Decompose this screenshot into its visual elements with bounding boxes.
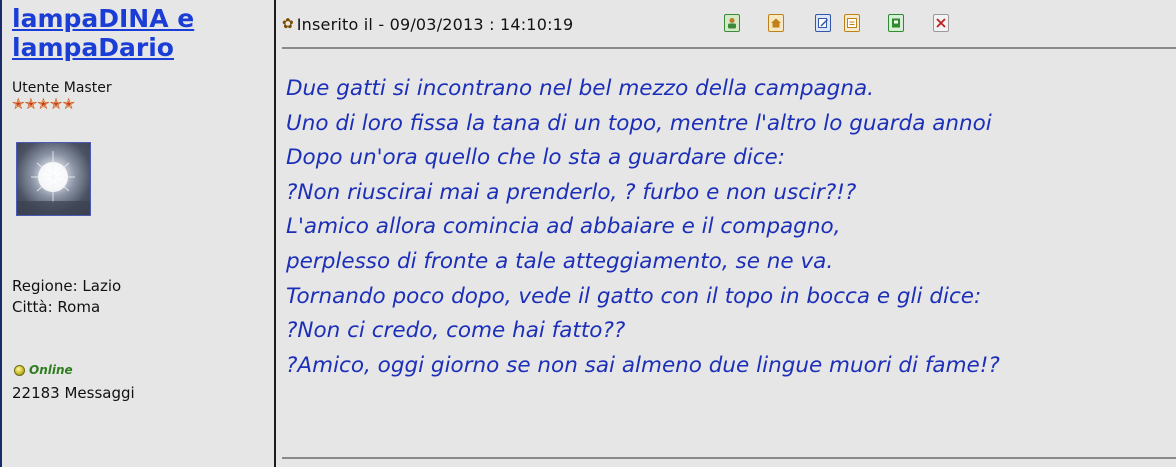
post-message: Due gatti si incontrano nel bel mezzo de… [286, 72, 1176, 383]
online-status: Online [14, 363, 73, 377]
author-name-link[interactable]: lampaDINA e lampaDario [12, 4, 272, 62]
star-icon: ✭ [24, 95, 38, 113]
message-line: ?Amico, oggi giorno se non sai almeno du… [286, 352, 1000, 378]
message-line: ?Non ci credo, come hai fatto?? [286, 318, 626, 344]
online-icon [14, 364, 25, 376]
author-region: Regione: Lazio [12, 277, 122, 295]
rank-stars: ✭ ✭ ✭ ✭ ✭ [12, 96, 75, 112]
message-line: L'amico allora comincia ad abbaiare e il… [286, 214, 841, 240]
post-date: Inserito il - 09/03/2013 : 14:10:19 [296, 14, 574, 34]
star-icon: ✭ [49, 95, 63, 113]
message-line: Tornando poco dopo, vede il gatto con il… [286, 283, 982, 309]
post-header-divider [282, 47, 1176, 49]
profile-icon[interactable] [724, 14, 740, 32]
post-body-panel: ✿ Inserito il - 09/03/2013 : 14:10:19 Du… [276, 0, 1176, 467]
message-line: Dopo un'ora quello che lo sta a guardare… [286, 145, 785, 171]
ip-icon[interactable] [888, 14, 904, 32]
author-panel: lampaDINA e lampaDario Utente Master ✭ ✭… [2, 0, 274, 467]
quote-icon[interactable] [844, 14, 860, 32]
author-city: Città: Roma [12, 298, 101, 316]
post-header: ✿ Inserito il - 09/03/2013 : 14:10:19 [282, 12, 573, 36]
author-rank: Utente Master [12, 80, 112, 96]
message-line: Uno di loro fissa la tana di un topo, me… [286, 110, 992, 136]
message-line: Due gatti si incontrano nel bel mezzo de… [286, 76, 874, 101]
message-line: perplesso di fronte a tale atteggiamento… [286, 248, 834, 274]
home-icon[interactable] [768, 14, 784, 32]
star-icon: ✭ [37, 95, 50, 113]
post-marker-icon: ✿ [282, 16, 294, 32]
star-icon: ✭ [12, 95, 25, 113]
delete-icon[interactable] [933, 14, 949, 32]
online-label: Online [29, 363, 73, 377]
edit-icon[interactable] [815, 14, 831, 32]
message-line: ?Non riuscirai mai a prenderlo, ? furbo … [286, 179, 857, 205]
post-footer-divider [282, 457, 1176, 459]
star-icon: ✭ [62, 95, 75, 113]
author-avatar[interactable] [16, 142, 91, 216]
author-post-count: 22183 Messaggi [12, 384, 135, 402]
